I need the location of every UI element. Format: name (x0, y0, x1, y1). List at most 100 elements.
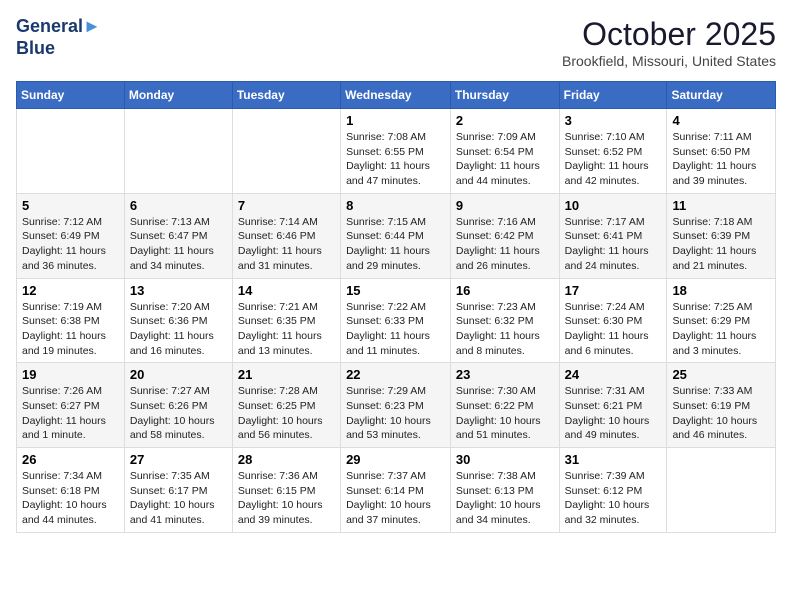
weekday-header: Wednesday (341, 82, 451, 109)
day-info: Sunrise: 7:28 AM Sunset: 6:25 PM Dayligh… (238, 384, 335, 443)
calendar-cell: 17 Sunrise: 7:24 AM Sunset: 6:30 PM Dayli… (559, 278, 667, 363)
calendar-cell: 19 Sunrise: 7:26 AM Sunset: 6:27 PM Dayli… (17, 363, 125, 448)
day-number: 20 (130, 367, 227, 382)
day-info: Sunrise: 7:12 AM Sunset: 6:49 PM Dayligh… (22, 215, 119, 274)
calendar-cell: 9 Sunrise: 7:16 AM Sunset: 6:42 PM Daylig… (450, 193, 559, 278)
day-number: 25 (672, 367, 770, 382)
weekday-header: Tuesday (232, 82, 340, 109)
weekday-header: Friday (559, 82, 667, 109)
day-number: 11 (672, 198, 770, 213)
calendar-cell: 13 Sunrise: 7:20 AM Sunset: 6:36 PM Dayli… (124, 278, 232, 363)
day-info: Sunrise: 7:13 AM Sunset: 6:47 PM Dayligh… (130, 215, 227, 274)
calendar-cell: 31 Sunrise: 7:39 AM Sunset: 6:12 PM Dayli… (559, 448, 667, 533)
day-info: Sunrise: 7:36 AM Sunset: 6:15 PM Dayligh… (238, 469, 335, 528)
day-info: Sunrise: 7:20 AM Sunset: 6:36 PM Dayligh… (130, 300, 227, 359)
day-info: Sunrise: 7:19 AM Sunset: 6:38 PM Dayligh… (22, 300, 119, 359)
day-number: 4 (672, 113, 770, 128)
day-info: Sunrise: 7:26 AM Sunset: 6:27 PM Dayligh… (22, 384, 119, 443)
day-number: 5 (22, 198, 119, 213)
day-number: 16 (456, 283, 554, 298)
day-number: 26 (22, 452, 119, 467)
calendar-cell (232, 109, 340, 194)
day-info: Sunrise: 7:31 AM Sunset: 6:21 PM Dayligh… (565, 384, 662, 443)
calendar-cell: 8 Sunrise: 7:15 AM Sunset: 6:44 PM Daylig… (341, 193, 451, 278)
calendar-cell (124, 109, 232, 194)
day-info: Sunrise: 7:39 AM Sunset: 6:12 PM Dayligh… (565, 469, 662, 528)
page-header: General►Blue October 2025 Brookfield, Mi… (16, 16, 776, 69)
day-number: 23 (456, 367, 554, 382)
day-number: 19 (22, 367, 119, 382)
day-number: 27 (130, 452, 227, 467)
day-info: Sunrise: 7:29 AM Sunset: 6:23 PM Dayligh… (346, 384, 445, 443)
day-info: Sunrise: 7:14 AM Sunset: 6:46 PM Dayligh… (238, 215, 335, 274)
calendar-cell: 12 Sunrise: 7:19 AM Sunset: 6:38 PM Dayli… (17, 278, 125, 363)
calendar-week-row: 5 Sunrise: 7:12 AM Sunset: 6:49 PM Daylig… (17, 193, 776, 278)
calendar-cell: 2 Sunrise: 7:09 AM Sunset: 6:54 PM Daylig… (450, 109, 559, 194)
day-number: 1 (346, 113, 445, 128)
day-info: Sunrise: 7:21 AM Sunset: 6:35 PM Dayligh… (238, 300, 335, 359)
day-number: 24 (565, 367, 662, 382)
calendar-cell: 30 Sunrise: 7:38 AM Sunset: 6:13 PM Dayli… (450, 448, 559, 533)
day-info: Sunrise: 7:33 AM Sunset: 6:19 PM Dayligh… (672, 384, 770, 443)
day-info: Sunrise: 7:22 AM Sunset: 6:33 PM Dayligh… (346, 300, 445, 359)
day-number: 28 (238, 452, 335, 467)
calendar-week-row: 19 Sunrise: 7:26 AM Sunset: 6:27 PM Dayli… (17, 363, 776, 448)
day-number: 29 (346, 452, 445, 467)
calendar-cell: 29 Sunrise: 7:37 AM Sunset: 6:14 PM Dayli… (341, 448, 451, 533)
calendar-cell: 11Sunrise: 7:18 AM Sunset: 6:39 PM Dayli… (667, 193, 776, 278)
calendar-cell: 18Sunrise: 7:25 AM Sunset: 6:29 PM Dayli… (667, 278, 776, 363)
weekday-header: Monday (124, 82, 232, 109)
day-info: Sunrise: 7:15 AM Sunset: 6:44 PM Dayligh… (346, 215, 445, 274)
calendar-cell (667, 448, 776, 533)
calendar-cell: 21Sunrise: 7:28 AM Sunset: 6:25 PM Dayli… (232, 363, 340, 448)
weekday-header-row: SundayMondayTuesdayWednesdayThursdayFrid… (17, 82, 776, 109)
day-info: Sunrise: 7:35 AM Sunset: 6:17 PM Dayligh… (130, 469, 227, 528)
calendar-cell: 6 Sunrise: 7:13 AM Sunset: 6:47 PM Daylig… (124, 193, 232, 278)
day-number: 7 (238, 198, 335, 213)
day-info: Sunrise: 7:17 AM Sunset: 6:41 PM Dayligh… (565, 215, 662, 274)
day-info: Sunrise: 7:10 AM Sunset: 6:52 PM Dayligh… (565, 130, 662, 189)
day-number: 30 (456, 452, 554, 467)
calendar-week-row: 26Sunrise: 7:34 AM Sunset: 6:18 PM Dayli… (17, 448, 776, 533)
day-info: Sunrise: 7:38 AM Sunset: 6:13 PM Dayligh… (456, 469, 554, 528)
calendar-cell: 3 Sunrise: 7:10 AM Sunset: 6:52 PM Daylig… (559, 109, 667, 194)
day-info: Sunrise: 7:25 AM Sunset: 6:29 PM Dayligh… (672, 300, 770, 359)
calendar-cell: 28 Sunrise: 7:36 AM Sunset: 6:15 PM Dayli… (232, 448, 340, 533)
day-info: Sunrise: 7:27 AM Sunset: 6:26 PM Dayligh… (130, 384, 227, 443)
weekday-header: Sunday (17, 82, 125, 109)
calendar-cell: 24 Sunrise: 7:31 AM Sunset: 6:21 PM Dayli… (559, 363, 667, 448)
day-number: 6 (130, 198, 227, 213)
calendar-week-row: 1 Sunrise: 7:08 AM Sunset: 6:55 PM Daylig… (17, 109, 776, 194)
day-number: 12 (22, 283, 119, 298)
day-number: 2 (456, 113, 554, 128)
day-number: 8 (346, 198, 445, 213)
calendar-cell (17, 109, 125, 194)
calendar-cell: 7 Sunrise: 7:14 AM Sunset: 6:46 PM Daylig… (232, 193, 340, 278)
day-number: 31 (565, 452, 662, 467)
day-info: Sunrise: 7:11 AM Sunset: 6:50 PM Dayligh… (672, 130, 770, 189)
day-info: Sunrise: 7:16 AM Sunset: 6:42 PM Dayligh… (456, 215, 554, 274)
day-number: 22 (346, 367, 445, 382)
day-info: Sunrise: 7:09 AM Sunset: 6:54 PM Dayligh… (456, 130, 554, 189)
calendar-table: SundayMondayTuesdayWednesdayThursdayFrid… (16, 81, 776, 533)
calendar-cell: 23Sunrise: 7:30 AM Sunset: 6:22 PM Dayli… (450, 363, 559, 448)
day-info: Sunrise: 7:24 AM Sunset: 6:30 PM Dayligh… (565, 300, 662, 359)
calendar-cell: 4 Sunrise: 7:11 AM Sunset: 6:50 PM Daylig… (667, 109, 776, 194)
calendar-cell: 16Sunrise: 7:23 AM Sunset: 6:32 PM Dayli… (450, 278, 559, 363)
calendar-cell: 22 Sunrise: 7:29 AM Sunset: 6:23 PM Dayli… (341, 363, 451, 448)
calendar-cell: 25 Sunrise: 7:33 AM Sunset: 6:19 PM Dayli… (667, 363, 776, 448)
day-info: Sunrise: 7:37 AM Sunset: 6:14 PM Dayligh… (346, 469, 445, 528)
weekday-header: Thursday (450, 82, 559, 109)
calendar-cell: 15Sunrise: 7:22 AM Sunset: 6:33 PM Dayli… (341, 278, 451, 363)
calendar-cell: 26Sunrise: 7:34 AM Sunset: 6:18 PM Dayli… (17, 448, 125, 533)
day-number: 3 (565, 113, 662, 128)
day-number: 10 (565, 198, 662, 213)
day-number: 17 (565, 283, 662, 298)
month-title: October 2025 (562, 16, 776, 53)
day-number: 13 (130, 283, 227, 298)
day-number: 9 (456, 198, 554, 213)
day-info: Sunrise: 7:08 AM Sunset: 6:55 PM Dayligh… (346, 130, 445, 189)
logo-text: General►Blue (16, 16, 101, 59)
calendar-cell: 14 Sunrise: 7:21 AM Sunset: 6:35 PM Dayli… (232, 278, 340, 363)
day-number: 14 (238, 283, 335, 298)
